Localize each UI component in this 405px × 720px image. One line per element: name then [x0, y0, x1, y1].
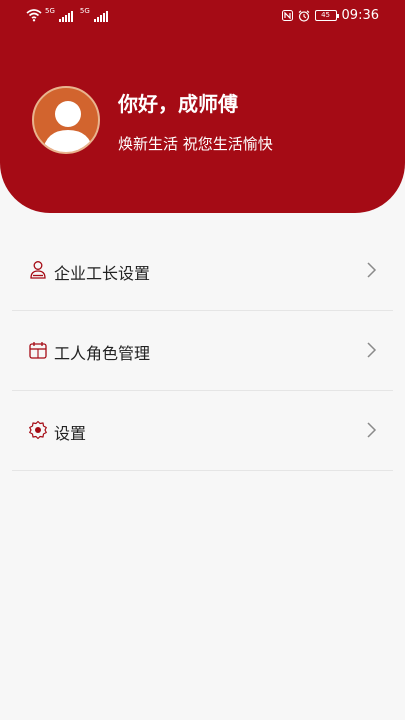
gear-icon: [29, 420, 47, 440]
menu-item-label: 企业工长设置: [54, 264, 151, 283]
battery-icon: 45: [314, 10, 339, 21]
calendar-role-icon: [29, 342, 47, 359]
menu-item-label: 设置: [54, 424, 87, 443]
signal-icon: [58, 10, 73, 22]
menu-item-settings[interactable]: 设置: [12, 391, 393, 471]
foreman-user-icon: [30, 261, 46, 279]
sim2-network-label: 5G: [79, 7, 90, 15]
chevron-right-icon: [367, 262, 377, 278]
menu-item-foreman-settings[interactable]: 企业工长设置: [12, 231, 393, 311]
clock: 09:36: [341, 8, 379, 23]
chevron-right-icon: [367, 422, 377, 438]
menu-item-label: 工人角色管理: [54, 344, 151, 363]
avatar[interactable]: [32, 86, 100, 154]
profile-header: 5G 5G 45 09:36 你好，成师傅 焕新生活 祝您生活愉快: [0, 0, 405, 213]
menu-item-worker-roles[interactable]: 工人角色管理: [12, 311, 393, 391]
greeting-text: 你好，成师傅: [118, 92, 238, 116]
chevron-right-icon: [367, 342, 377, 358]
signal-icon-2: [93, 10, 108, 22]
status-bar: 5G 5G 45 09:36: [0, 0, 405, 36]
default-user-avatar-icon: [42, 101, 94, 152]
nfc-icon: [281, 10, 293, 21]
alarm-icon: [298, 9, 309, 22]
sim1-network-label: 5G: [45, 7, 55, 15]
wifi-icon: [26, 9, 42, 22]
slogan-text: 焕新生活 祝您生活愉快: [118, 135, 273, 153]
battery-level: 45: [321, 11, 330, 19]
settings-menu: 企业工长设置 工人角色管理 设置: [0, 231, 405, 471]
